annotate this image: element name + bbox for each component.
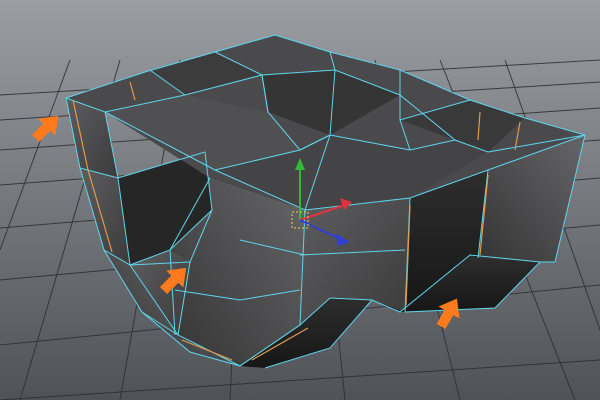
viewport-canvas[interactable] bbox=[0, 0, 600, 400]
3d-viewport[interactable] bbox=[0, 0, 600, 400]
